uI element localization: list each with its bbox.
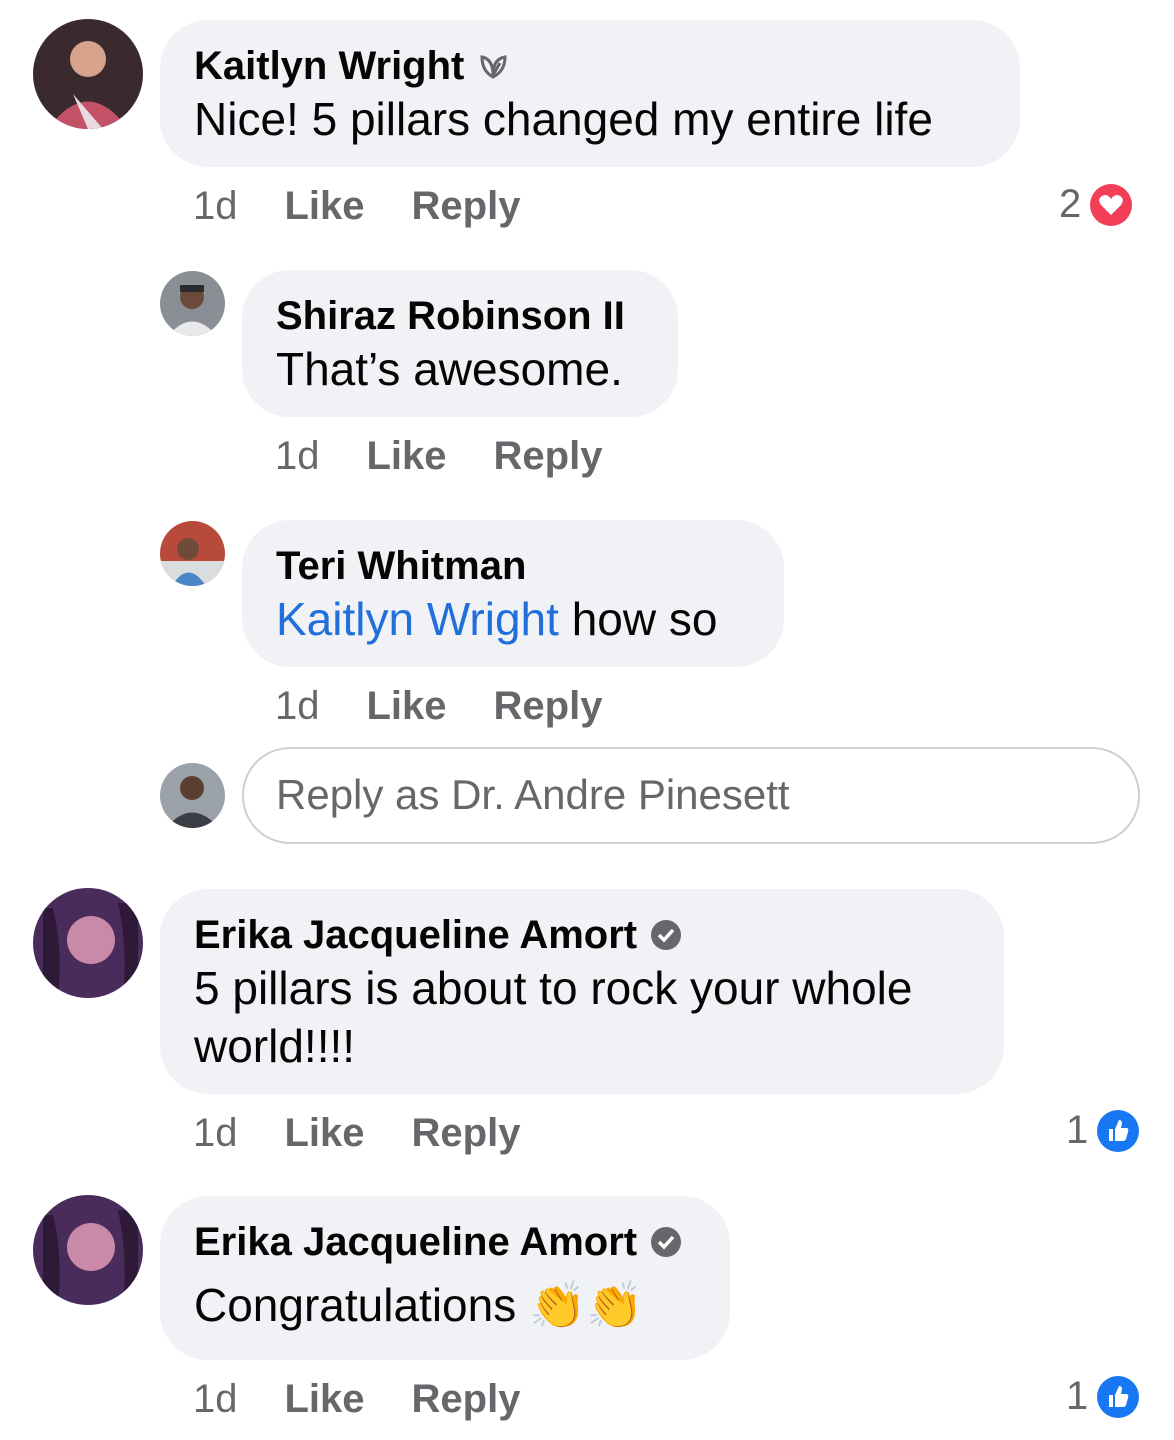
avatar-kaitlyn-wright[interactable] [33,19,143,129]
avatar-photo [160,763,225,828]
comment-time[interactable]: 1d [193,1109,238,1157]
like-button[interactable]: Like [367,432,447,480]
comment-text: Nice! 5 pillars changed my entire life [194,93,933,145]
reaction-summary[interactable]: 1 [1066,1374,1140,1419]
avatar-shiraz-robinson[interactable] [160,271,225,336]
comment-text: Kaitlyn Wright how so [276,590,750,648]
comment-text-rest: how so [558,593,718,645]
avatar-photo [33,888,143,998]
leaf-badge-icon [476,49,510,83]
comment-bubble: Kaitlyn Wright Nice! 5 pillars changed m… [160,20,1020,167]
like-button[interactable]: Like [367,682,447,730]
comment-author[interactable]: Kaitlyn Wright [194,42,464,90]
reply-button[interactable]: Reply [412,1375,521,1423]
like-reaction-icon [1096,1109,1140,1153]
comment-bubble: Erika Jacqueline Amort 5 pillars is abou… [160,889,1004,1094]
comment-author[interactable]: Erika Jacqueline Amort [194,911,637,959]
comment-actions: 1d Like Reply [275,432,649,480]
avatar-photo [33,1195,143,1305]
avatar-erika-amort[interactable] [33,1195,143,1305]
reply-button[interactable]: Reply [494,432,603,480]
comment-bubble: Shiraz Robinson II That’s awesome. [242,270,678,417]
reaction-count: 1 [1066,1108,1089,1152]
comment-author[interactable]: Teri Whitman [276,542,526,590]
verified-shield-icon [649,1225,683,1259]
comment-actions: 1d Like Reply [275,682,649,730]
reply-button[interactable]: Reply [412,1109,521,1157]
avatar-photo [160,521,225,586]
love-reaction-icon [1089,183,1133,227]
comment-time[interactable]: 1d [193,1375,238,1423]
reply-button[interactable]: Reply [412,182,521,230]
comment-author[interactable]: Erika Jacqueline Amort [194,1218,637,1266]
comment-bubble: Teri Whitman Kaitlyn Wright how so [242,520,784,667]
reply-input-placeholder: Reply as Dr. Andre Pinesett [276,771,790,818]
verified-shield-icon [649,918,683,952]
reaction-count: 1 [1066,1374,1089,1418]
reply-button[interactable]: Reply [494,682,603,730]
comment-actions: 1d Like Reply [193,1109,567,1157]
comment-author[interactable]: Shiraz Robinson II [276,292,625,340]
like-button[interactable]: Like [285,182,365,230]
comment-actions: 1d Like Reply [193,1375,567,1423]
reply-input[interactable]: Reply as Dr. Andre Pinesett [242,747,1140,844]
like-reaction-icon [1096,1375,1140,1419]
like-button[interactable]: Like [285,1375,365,1423]
avatar-current-user [160,763,225,828]
comment-time[interactable]: 1d [193,182,238,230]
comment-time[interactable]: 1d [275,682,320,730]
reaction-summary[interactable]: 1 [1066,1108,1140,1153]
avatar-erika-amort[interactable] [33,888,143,998]
avatar-teri-whitman[interactable] [160,521,225,586]
mention-link[interactable]: Kaitlyn Wright [276,593,559,645]
avatar-photo [33,19,143,129]
reaction-summary[interactable]: 2 [1059,182,1133,227]
avatar-photo [160,271,225,336]
comment-text: 5 pillars is about to rock your whole wo… [194,962,913,1072]
like-button[interactable]: Like [285,1109,365,1157]
comment-actions: 1d Like Reply [193,182,567,230]
comment-bubble: Erika Jacqueline Amort Congratulations 👏… [160,1196,730,1360]
comment-time[interactable]: 1d [275,432,320,480]
comment-text: Congratulations 👏👏 [194,1279,644,1331]
comment-text: That’s awesome. [276,343,623,395]
reaction-count: 2 [1059,182,1082,226]
